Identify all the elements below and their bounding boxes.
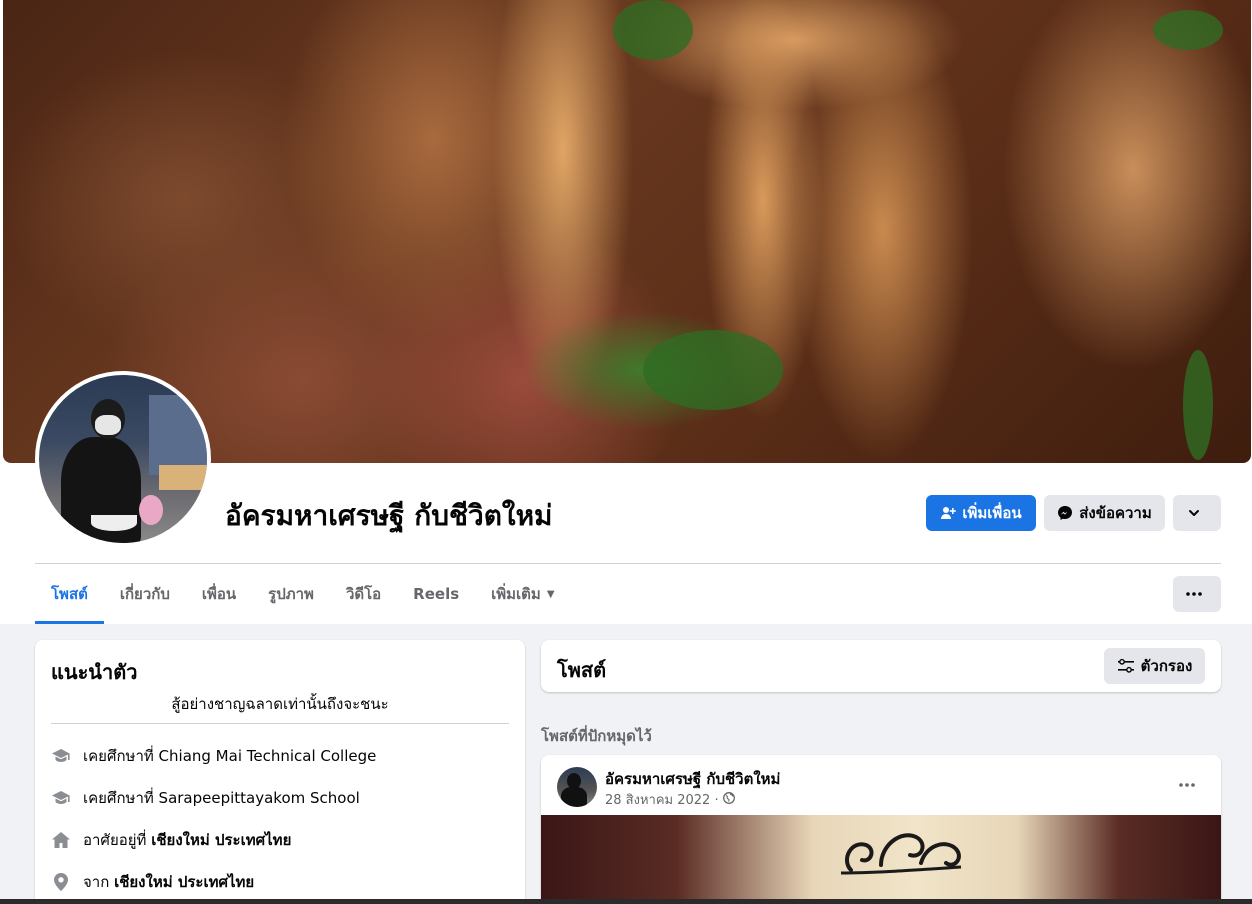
post-image[interactable]: [541, 815, 1221, 904]
intro-item-education: เคยศึกษาที่ Chiang Mai Technical College: [51, 744, 376, 768]
add-friend-label: เพิ่มเพื่อน: [962, 504, 1022, 522]
filter-label: ตัวกรอง: [1140, 657, 1193, 675]
post-date[interactable]: 28 สิงหาคม 2022 ·: [605, 789, 719, 810]
intro-title: แนะนำตัว: [51, 660, 138, 684]
tab-reels[interactable]: Reels: [397, 564, 475, 624]
education-link[interactable]: Sarapeepittayakom School: [159, 789, 360, 807]
graduation-cap-icon: [51, 788, 71, 808]
education-link[interactable]: Chiang Mai Technical College: [159, 747, 377, 765]
tabs-more-options-button[interactable]: [1173, 576, 1221, 612]
post-author-name[interactable]: อัครมหาเศรษฐี กับชีวิตใหม่: [605, 767, 780, 791]
pinned-post: อัครมหาเศรษฐี กับชีวิตใหม่ 28 สิงหาคม 20…: [541, 755, 1221, 904]
profile-tabs: โพสต์ เกี่ยวกับ เพื่อน รูปภาพ วิดีโอ Ree…: [35, 564, 571, 624]
intro-item-from: จาก เชียงใหม่ ประเทศไทย: [51, 870, 254, 894]
profile-avatar[interactable]: [35, 371, 211, 547]
post-meta: 28 สิงหาคม 2022 ·: [605, 789, 735, 810]
message-button[interactable]: ส่งข้อความ: [1044, 495, 1165, 531]
posts-title: โพสต์: [557, 658, 607, 682]
tab-more[interactable]: เพิ่มเติม ▼: [475, 564, 570, 624]
profile-name: อัครมหาเศรษฐี กับชีวิตใหม่: [225, 499, 553, 532]
home-icon: [51, 830, 71, 850]
intro-item-lives-in: อาศัยอยู่ที่ เชียงใหม่ ประเทศไทย: [51, 828, 291, 852]
pinned-posts-label: โพสต์ที่ปักหมุดไว้: [541, 727, 652, 745]
intro-divider: [51, 723, 509, 724]
posts-header-card: โพสต์ ตัวกรอง: [541, 640, 1221, 692]
more-actions-button[interactable]: [1173, 495, 1221, 531]
tab-friends[interactable]: เพื่อน: [186, 564, 252, 624]
filter-button[interactable]: ตัวกรอง: [1104, 648, 1205, 684]
tab-photos[interactable]: รูปภาพ: [252, 564, 330, 624]
location-pin-icon: [51, 872, 71, 892]
tab-posts[interactable]: โพสต์: [35, 564, 104, 624]
bottom-edge: [0, 899, 1252, 904]
intro-card: แนะนำตัว สู้อย่างชาญฉลาดเท่านั้นถึงจะชนะ…: [35, 640, 525, 904]
tab-videos[interactable]: วิดีโอ: [330, 564, 397, 624]
intro-bio: สู้อย่างชาญฉลาดเท่านั้นถึงจะชนะ: [171, 695, 389, 713]
lives-in-link[interactable]: เชียงใหม่ ประเทศไทย: [151, 828, 291, 852]
caret-down-icon: ▼: [546, 588, 555, 600]
add-friend-icon: [941, 507, 957, 519]
globe-icon: [722, 791, 735, 808]
hometown-link[interactable]: เชียงใหม่ ประเทศไทย: [114, 870, 254, 894]
chevron-down-icon: [1189, 510, 1199, 516]
profile-header: อัครมหาเศรษฐี กับชีวิตใหม่ เพิ่มเพื่อน ส…: [0, 0, 1252, 624]
messenger-icon: [1058, 506, 1073, 520]
message-label: ส่งข้อความ: [1079, 504, 1152, 522]
tab-about[interactable]: เกี่ยวกับ: [104, 564, 186, 624]
filter-icon: [1117, 658, 1134, 673]
cover-photo[interactable]: [3, 0, 1251, 463]
intro-item-education: เคยศึกษาที่ Sarapeepittayakom School: [51, 786, 360, 810]
add-friend-button[interactable]: เพิ่มเพื่อน: [926, 495, 1036, 531]
ellipsis-icon: [1179, 783, 1195, 787]
graduation-cap-icon: [51, 746, 71, 766]
post-options-button[interactable]: [1169, 767, 1205, 803]
post-author-avatar[interactable]: [557, 767, 597, 807]
ellipsis-icon: [1186, 592, 1202, 596]
ornament-graphic: [840, 833, 962, 875]
